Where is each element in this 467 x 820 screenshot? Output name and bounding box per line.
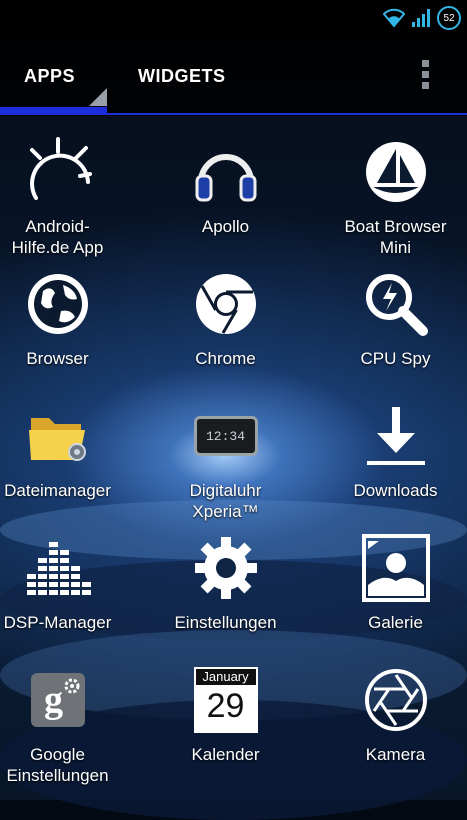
gear-icon bbox=[190, 532, 262, 604]
app-label: Android- Hilfe.de App bbox=[11, 217, 104, 257]
app-boat-browser-mini[interactable]: Boat Browser Mini bbox=[318, 136, 467, 258]
chrome-icon bbox=[190, 268, 262, 340]
app-label: Boat Browser Mini bbox=[344, 217, 447, 257]
headphones-icon bbox=[190, 136, 262, 208]
tab-corner-marker bbox=[89, 88, 107, 106]
battery-level: 52 bbox=[443, 12, 455, 24]
calendar-month: January bbox=[195, 669, 256, 685]
app-digitaluhr-xperia[interactable]: 12:34 Digitaluhr Xperia™ bbox=[148, 400, 303, 522]
cpu-spy-icon bbox=[360, 268, 432, 340]
app-einstellungen[interactable]: Einstellungen bbox=[148, 532, 303, 633]
app-galerie[interactable]: Galerie bbox=[318, 532, 467, 633]
overflow-dot bbox=[421, 82, 429, 89]
app-android-hilfe[interactable]: Android- Hilfe.de App bbox=[0, 136, 135, 258]
download-icon bbox=[360, 400, 432, 472]
status-bar: 52 bbox=[0, 0, 467, 38]
app-label: Kamera bbox=[365, 745, 426, 764]
app-label: Digitaluhr Xperia™ bbox=[189, 481, 262, 521]
app-dateimanager[interactable]: Dateimanager bbox=[0, 400, 135, 501]
app-label: Apollo bbox=[201, 217, 250, 236]
signal-icon bbox=[412, 9, 430, 27]
app-label: Dateimanager bbox=[4, 481, 111, 500]
app-label: Kalender bbox=[191, 745, 260, 764]
app-label: Einstellungen bbox=[174, 613, 277, 632]
app-kamera[interactable]: Kamera bbox=[318, 664, 467, 765]
google-settings-icon: g bbox=[22, 664, 94, 736]
tab-apps[interactable]: APPS bbox=[24, 66, 75, 87]
small-gear-icon bbox=[64, 678, 79, 694]
battery-icon: 52 bbox=[437, 6, 461, 30]
calendar-day: 29 bbox=[206, 687, 245, 725]
app-cpu-spy[interactable]: CPU Spy bbox=[318, 268, 467, 369]
gallery-icon bbox=[360, 532, 432, 604]
app-chrome[interactable]: Chrome bbox=[148, 268, 303, 369]
app-label: CPU Spy bbox=[360, 349, 431, 368]
tab-widgets[interactable]: WIDGETS bbox=[138, 66, 226, 87]
app-browser[interactable]: Browser bbox=[0, 268, 135, 369]
tab-underline bbox=[0, 113, 467, 115]
camera-icon bbox=[360, 664, 432, 736]
overflow-dot bbox=[421, 60, 429, 67]
equalizer-icon bbox=[22, 532, 94, 604]
app-apollo[interactable]: Apollo bbox=[148, 136, 303, 237]
app-label: Google Einstellungen bbox=[6, 745, 109, 785]
app-label: DSP-Manager bbox=[3, 613, 112, 632]
app-kalender[interactable]: January 29 Kalender bbox=[148, 664, 303, 765]
wifi-icon bbox=[383, 8, 405, 28]
google-g-glyph: g bbox=[44, 679, 63, 721]
android-hilfe-icon bbox=[22, 136, 94, 208]
app-google-einstellungen[interactable]: g Google Einstellungen bbox=[0, 664, 135, 786]
calendar-icon: January 29 bbox=[190, 664, 262, 736]
overflow-dot bbox=[421, 71, 429, 78]
overflow-menu-button[interactable] bbox=[416, 60, 434, 94]
clock-time: 12:34 bbox=[205, 428, 245, 444]
app-label: Downloads bbox=[353, 481, 438, 500]
clock-icon: 12:34 bbox=[190, 400, 262, 472]
folder-icon bbox=[22, 400, 94, 472]
app-label: Chrome bbox=[195, 349, 256, 368]
app-label: Galerie bbox=[368, 613, 423, 632]
globe-icon bbox=[22, 268, 94, 340]
tab-bar: APPS WIDGETS bbox=[0, 38, 467, 116]
boat-icon bbox=[360, 136, 432, 208]
app-dsp-manager[interactable]: DSP-Manager bbox=[0, 532, 135, 633]
app-downloads[interactable]: Downloads bbox=[318, 400, 467, 501]
app-label: Browser bbox=[26, 349, 89, 368]
